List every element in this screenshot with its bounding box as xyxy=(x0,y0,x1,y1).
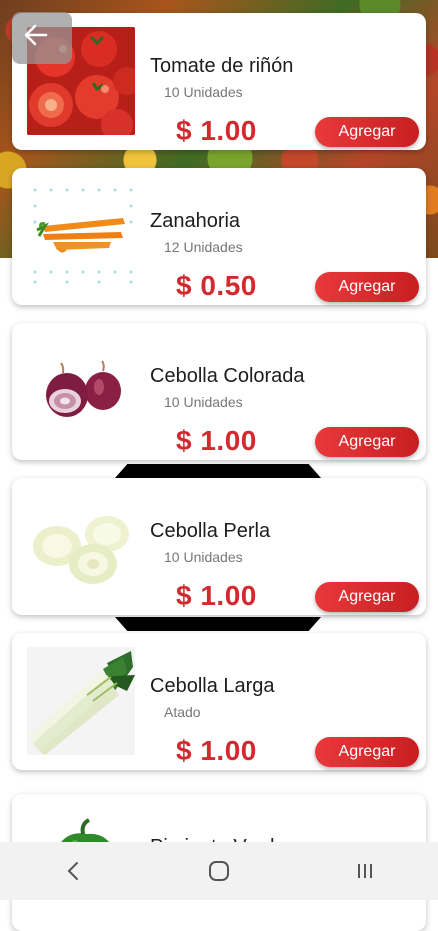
product-price: $ 1.00 xyxy=(176,425,257,456)
product-price: $ 1.00 xyxy=(176,580,257,611)
divider-shape xyxy=(115,464,321,478)
product-quantity: 12 Unidades xyxy=(164,239,243,255)
nav-back-button[interactable] xyxy=(43,851,103,891)
product-name: Zanahoria xyxy=(150,210,241,232)
product-card: Tomate de riñón 10 Unidades $ 1.00 Agreg… xyxy=(12,13,426,150)
green-onion-image xyxy=(27,647,135,755)
product-card: Zanahoria 12 Unidades $ 0.50 Agregar xyxy=(12,168,426,305)
red-onion-image xyxy=(27,337,135,445)
chevron-left-icon xyxy=(67,862,78,880)
product-card: Cebolla Larga Atado $ 1.00 Agregar xyxy=(12,633,426,770)
product-quantity: Atado xyxy=(164,704,201,720)
product-price: $ 1.00 xyxy=(176,115,257,146)
product-price: $ 0.50 xyxy=(176,270,257,301)
nav-recents-button[interactable] xyxy=(335,851,395,891)
product-name: Cebolla Larga xyxy=(150,675,275,697)
add-button[interactable]: Agregar xyxy=(315,117,419,147)
add-button[interactable]: Agregar xyxy=(315,737,419,767)
product-name: Tomate de riñón xyxy=(150,55,294,77)
add-button[interactable]: Agregar xyxy=(315,272,419,302)
arrow-left-icon xyxy=(24,24,48,46)
carrots-image xyxy=(27,182,135,290)
product-name: Cebolla Colorada xyxy=(150,365,305,387)
nav-home-button[interactable] xyxy=(189,851,249,891)
system-navigation-bar xyxy=(0,842,438,900)
product-quantity: 10 Unidades xyxy=(164,549,243,565)
product-price: $ 1.00 xyxy=(176,735,257,766)
product-card: Cebolla Perla 10 Unidades $ 1.00 Agregar xyxy=(12,478,426,615)
divider-shape xyxy=(115,617,321,631)
product-quantity: 10 Unidades xyxy=(164,394,243,410)
home-icon xyxy=(209,861,229,881)
product-card: Cebolla Colorada 10 Unidades $ 1.00 Agre… xyxy=(12,323,426,460)
recents-icon xyxy=(358,864,372,878)
product-quantity: 10 Unidades xyxy=(164,84,243,100)
add-button[interactable]: Agregar xyxy=(315,427,419,457)
pearl-onion-image xyxy=(27,492,135,600)
add-button[interactable]: Agregar xyxy=(315,582,419,612)
product-name: Cebolla Perla xyxy=(150,520,271,542)
back-button[interactable] xyxy=(12,12,72,64)
